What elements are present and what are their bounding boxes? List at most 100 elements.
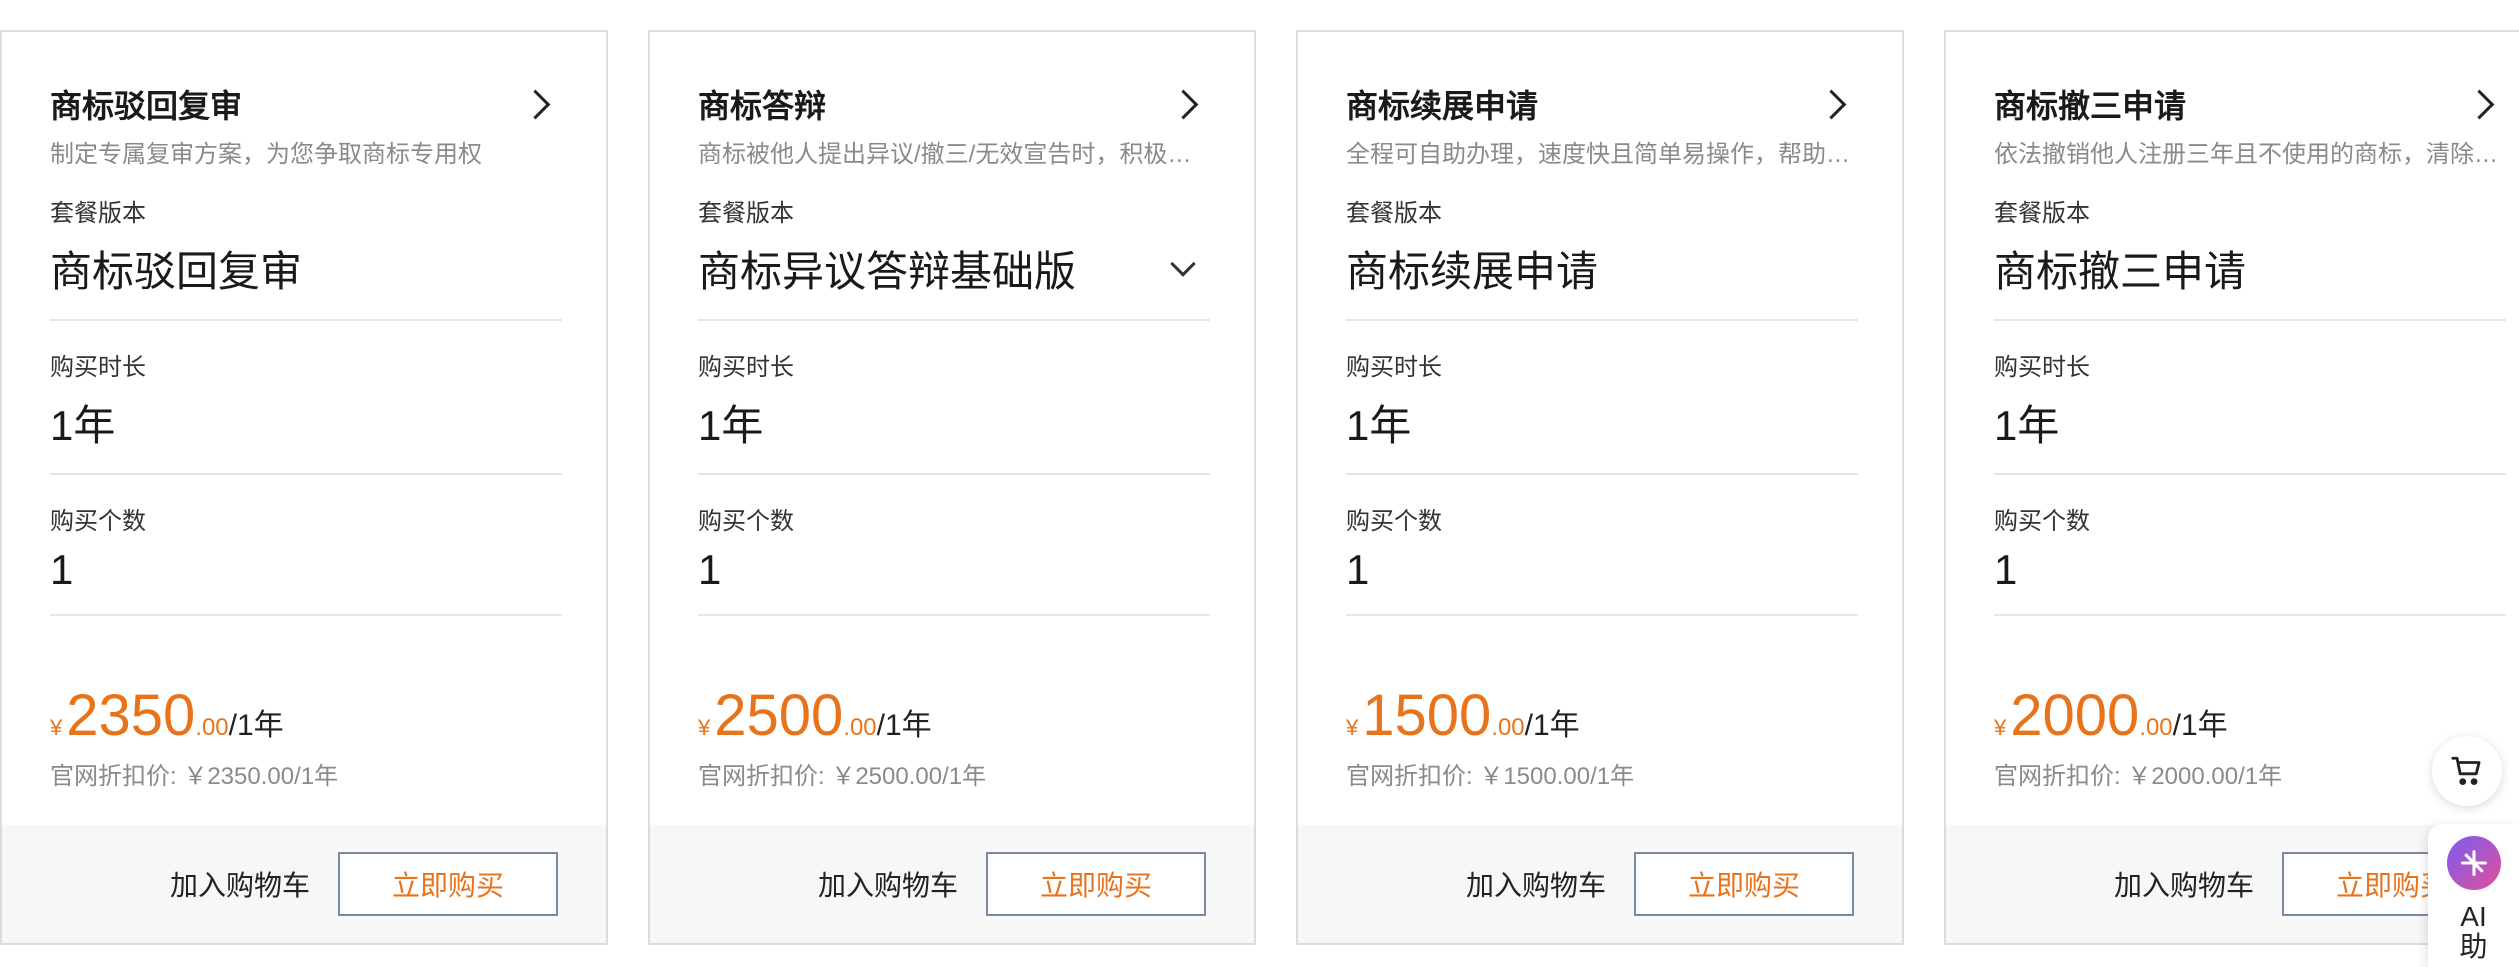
ai-assistant-icon [2446, 836, 2501, 890]
version-label: 套餐版本 [698, 200, 794, 227]
card-description: 商标被他人提出异议/撤三/无效宣告时，积极应对 [698, 141, 1210, 168]
quantity-field: 购买个数 1 [698, 501, 1210, 616]
version-value: 商标撤三申请 [1994, 248, 2247, 295]
price-unit: /1年 [2172, 709, 2228, 742]
buy-now-button[interactable]: 立即购买 [338, 852, 558, 916]
price: ¥ 2000 .00 /1年 [1994, 682, 2228, 749]
card-title: 商标续展申请 [1346, 88, 1539, 124]
official-discount-price: 官网折扣价: ￥2500.00/1年 [698, 763, 987, 790]
card-title: 商标撤三申请 [1994, 88, 2187, 124]
add-to-cart-button[interactable]: 加入购物车 [170, 864, 310, 904]
chevron-right-icon[interactable] [1816, 89, 1847, 119]
price: ¥ 2500 .00 /1年 [698, 682, 932, 749]
card-footer: 加入购物车 立即购买 [2, 825, 606, 943]
version-field: 套餐版本 商标驳回复审 [50, 193, 562, 321]
duration-value: 1年 [50, 402, 116, 449]
duration-value: 1年 [698, 402, 764, 449]
duration-value: 1年 [1346, 402, 1412, 449]
price-decimal: .00 [195, 714, 229, 741]
official-discount-price: 官网折扣价: ￥2000.00/1年 [1994, 763, 2283, 790]
add-to-cart-button[interactable]: 加入购物车 [2114, 864, 2254, 904]
chevron-down-icon[interactable] [1170, 250, 1196, 277]
buy-now-button[interactable]: 立即购买 [1634, 852, 1854, 916]
card-title-row[interactable]: 商标驳回复审 [50, 82, 558, 126]
product-card: 商标答辩 商标被他人提出异议/撤三/无效宣告时，积极应对 套餐版本 商标异议答辩… [648, 30, 1256, 945]
duration-field: 购买时长 1年 [698, 347, 1210, 475]
price-integer: 2350 [66, 683, 196, 748]
quantity-label: 购买个数 [50, 508, 146, 535]
card-title: 商标驳回复审 [50, 88, 243, 124]
currency-symbol: ¥ [1346, 715, 1359, 740]
card-description: 全程可自助办理，速度快且简单易操作，帮助您延续商标 [1346, 141, 1858, 168]
version-label: 套餐版本 [50, 200, 146, 227]
buy-now-button[interactable]: 立即购买 [986, 852, 1206, 916]
product-card-list: 商标驳回复审 制定专属复审方案，为您争取商标专用权 套餐版本 商标驳回复审 购买… [0, 30, 2519, 945]
product-card: 商标续展申请 全程可自助办理，速度快且简单易操作，帮助您延续商标 套餐版本 商标… [1296, 30, 1904, 945]
card-footer: 加入购物车 立即购买 [650, 825, 1254, 943]
duration-value: 1年 [1994, 402, 2060, 449]
ai-assistant-button[interactable]: AI助 [2428, 824, 2519, 967]
duration-label: 购买时长 [1994, 354, 2090, 381]
version-value: 商标异议答辩基础版 [698, 248, 1077, 295]
version-label: 套餐版本 [1994, 200, 2090, 227]
card-body: 商标驳回复审 制定专属复审方案，为您争取商标专用权 套餐版本 商标驳回复审 购买… [2, 32, 606, 827]
version-field[interactable]: 套餐版本 商标异议答辩基础版 [698, 193, 1210, 321]
card-body: 商标续展申请 全程可自助办理，速度快且简单易操作，帮助您延续商标 套餐版本 商标… [1298, 32, 1902, 827]
quantity-label: 购买个数 [698, 508, 794, 535]
currency-symbol: ¥ [50, 715, 63, 740]
quantity-field: 购买个数 1 [1346, 501, 1858, 616]
floating-cart-button[interactable] [2432, 736, 2502, 806]
duration-field: 购买时长 1年 [1994, 347, 2506, 475]
chevron-right-icon[interactable] [520, 89, 551, 119]
card-title-row[interactable]: 商标续展申请 [1346, 82, 1854, 126]
official-discount-price: 官网折扣价: ￥1500.00/1年 [1346, 763, 1635, 790]
version-value: 商标续展申请 [1346, 248, 1599, 295]
version-select[interactable]: 商标异议答辩基础版 [698, 238, 1210, 299]
chevron-right-icon[interactable] [2464, 89, 2495, 119]
quantity-value: 1 [1346, 546, 1370, 593]
card-body: 商标撤三申请 依法撤销他人注册三年且不使用的商标，清除注册障碍 套餐版本 商标撤… [1946, 32, 2519, 827]
card-body: 商标答辩 商标被他人提出异议/撤三/无效宣告时，积极应对 套餐版本 商标异议答辩… [650, 32, 1254, 827]
price-integer: 1500 [1362, 683, 1492, 748]
price: ¥ 2350 .00 /1年 [50, 682, 284, 749]
add-to-cart-button[interactable]: 加入购物车 [818, 864, 958, 904]
price-decimal: .00 [1491, 714, 1525, 741]
version-field: 套餐版本 商标续展申请 [1346, 193, 1858, 321]
card-title-row[interactable]: 商标答辩 [698, 82, 1206, 126]
official-discount-price: 官网折扣价: ￥2350.00/1年 [50, 763, 339, 790]
quantity-label: 购买个数 [1994, 508, 2090, 535]
product-card: 商标驳回复审 制定专属复审方案，为您争取商标专用权 套餐版本 商标驳回复审 购买… [0, 30, 608, 945]
version-field: 套餐版本 商标撤三申请 [1994, 193, 2506, 321]
card-title-row[interactable]: 商标撤三申请 [1994, 82, 2502, 126]
quantity-field: 购买个数 1 [50, 501, 562, 616]
quantity-value: 1 [50, 546, 74, 593]
product-page: 商标驳回复审 制定专属复审方案，为您争取商标专用权 套餐版本 商标驳回复审 购买… [0, 0, 2519, 967]
duration-label: 购买时长 [698, 354, 794, 381]
shopping-cart-icon [2451, 756, 2481, 786]
card-description: 依法撤销他人注册三年且不使用的商标，清除注册障碍 [1994, 141, 2506, 168]
duration-label: 购买时长 [50, 354, 146, 381]
add-to-cart-button[interactable]: 加入购物车 [1466, 864, 1606, 904]
price-unit: /1年 [228, 709, 284, 742]
product-card: 商标撤三申请 依法撤销他人注册三年且不使用的商标，清除注册障碍 套餐版本 商标撤… [1944, 30, 2519, 945]
price-unit: /1年 [876, 709, 932, 742]
price-integer: 2000 [2010, 683, 2140, 748]
price-unit: /1年 [1524, 709, 1580, 742]
chevron-right-icon[interactable] [1168, 89, 1199, 119]
version-label: 套餐版本 [1346, 200, 1442, 227]
version-value: 商标驳回复审 [50, 248, 303, 295]
duration-label: 购买时长 [1346, 354, 1442, 381]
quantity-field: 购买个数 1 [1994, 501, 2506, 616]
duration-field: 购买时长 1年 [1346, 347, 1858, 475]
quantity-value: 1 [1994, 546, 2018, 593]
price-decimal: .00 [2139, 714, 2173, 741]
quantity-label: 购买个数 [1346, 508, 1442, 535]
price-decimal: .00 [843, 714, 877, 741]
card-title: 商标答辩 [698, 88, 827, 124]
quantity-value: 1 [698, 546, 722, 593]
price: ¥ 1500 .00 /1年 [1346, 682, 1580, 749]
currency-symbol: ¥ [1994, 715, 2007, 740]
card-description: 制定专属复审方案，为您争取商标专用权 [50, 141, 482, 168]
currency-symbol: ¥ [698, 715, 711, 740]
card-footer: 加入购物车 立即购买 [1298, 825, 1902, 943]
